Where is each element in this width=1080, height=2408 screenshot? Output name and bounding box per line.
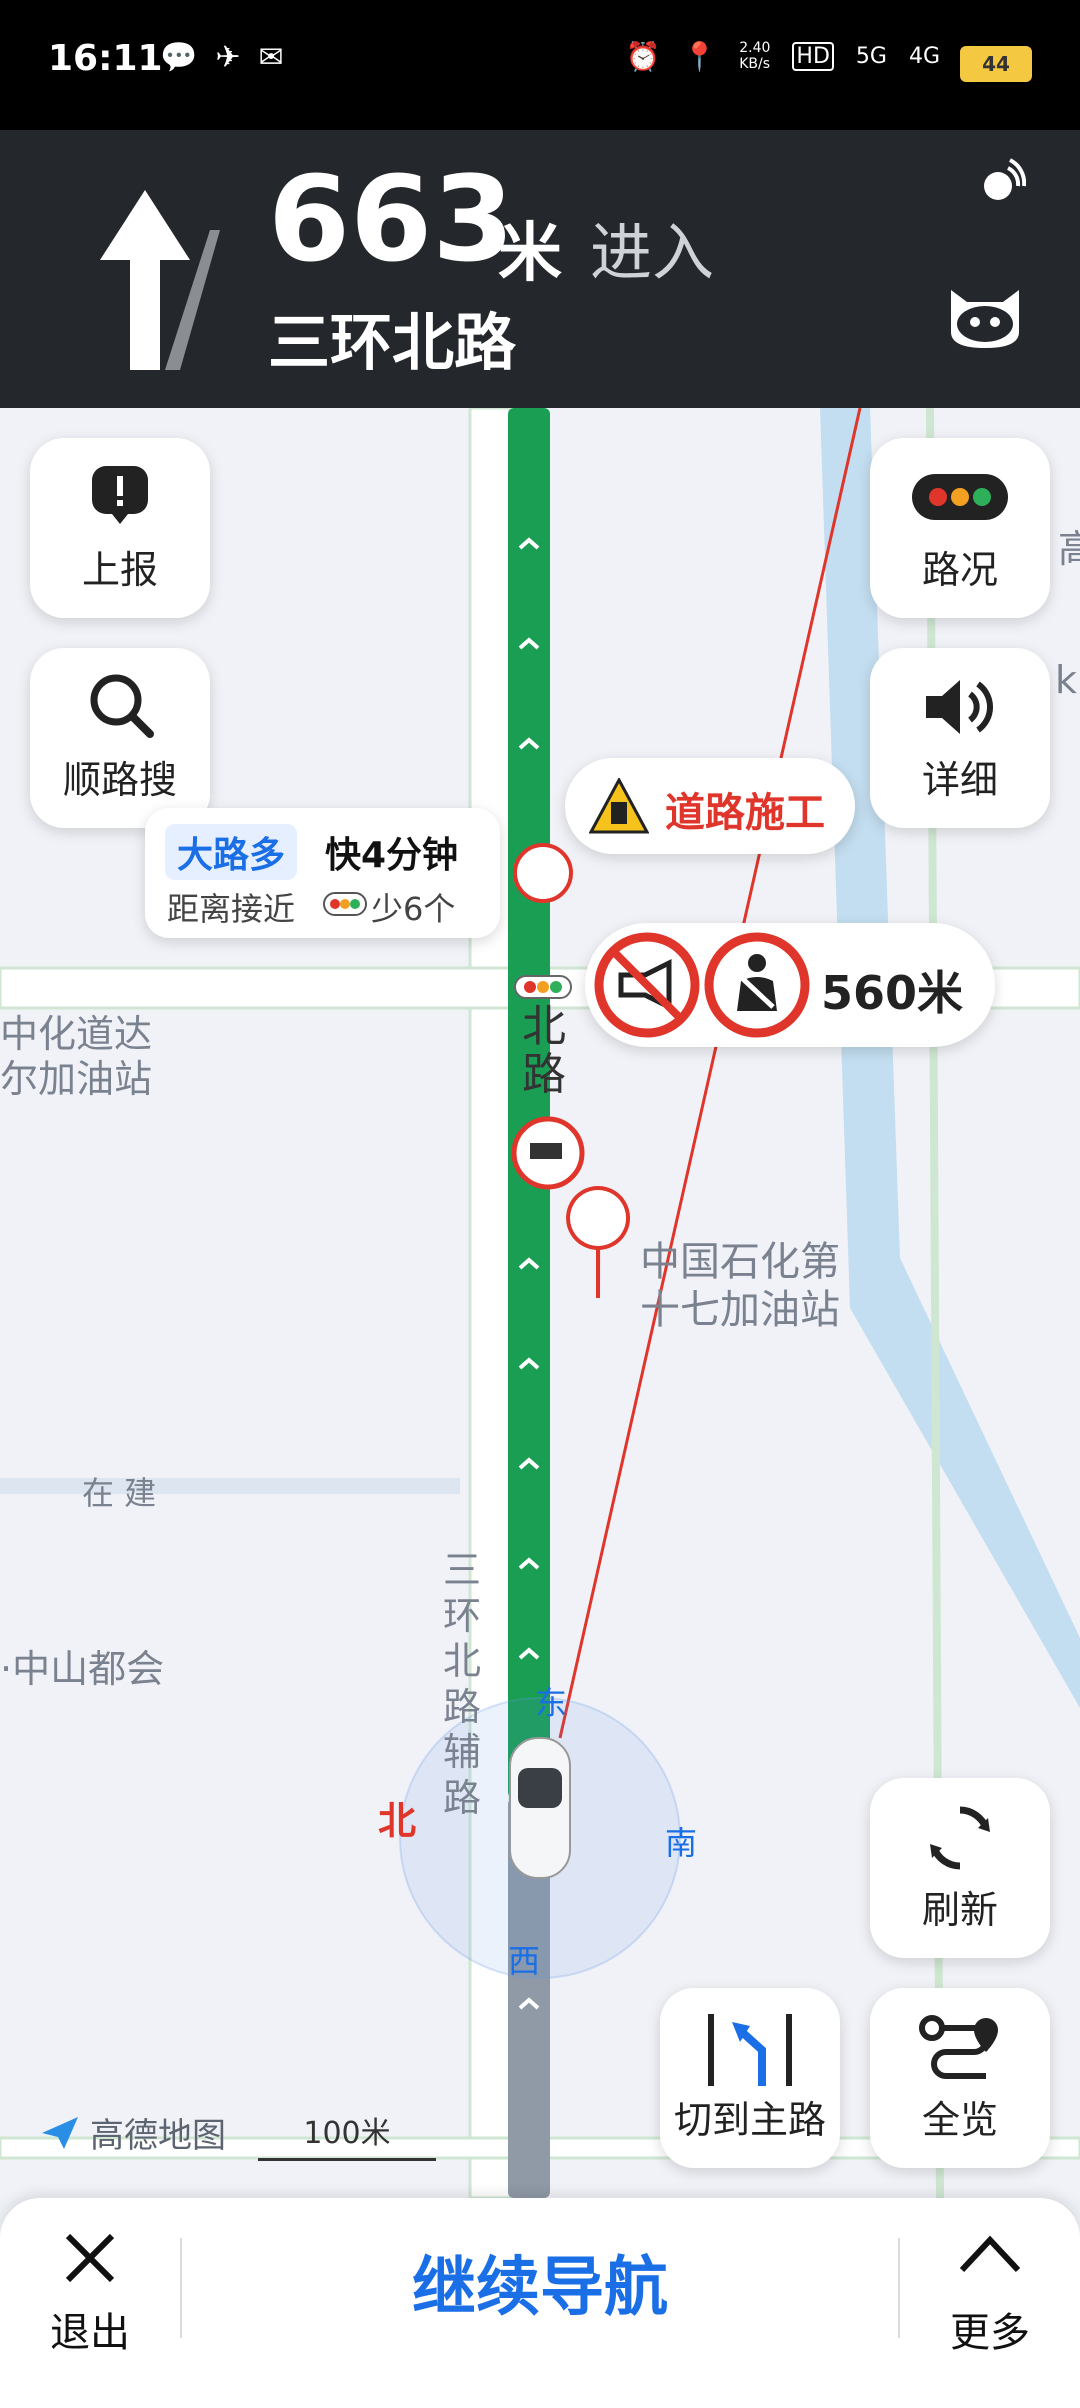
more-label: 更多 (950, 2310, 1030, 2356)
compass-south: 南 (665, 1824, 698, 1862)
amap-logo-icon (42, 2116, 78, 2149)
search-along-button[interactable]: 顺路搜 (30, 648, 210, 828)
avatar-icon[interactable] (945, 280, 1025, 350)
traffic-label: 路况 (921, 548, 998, 592)
map-scale: 100米 (258, 2108, 436, 2161)
map-label-gas-2: 尔加油站 (0, 1057, 153, 1101)
map-view[interactable]: 中化道达 尔加油站 在 建 ·中山都会 三 环 北 路 辅 路 北 路 中国石化… (0, 408, 1080, 2198)
no-honking-icon (594, 932, 700, 1038)
amap-logo-text: 高德地图 (90, 2116, 226, 2156)
turn-arrow-icon (100, 190, 220, 370)
close-icon (65, 2233, 115, 2283)
signal-4g: 4G (908, 44, 940, 69)
signs-distance: 560米 (821, 966, 964, 1020)
location-icon: 📍 (682, 40, 718, 73)
route-tip-distance: 距离接近 (167, 890, 296, 928)
send-icon: ✈ (215, 40, 241, 75)
amap-logo: 高德地图 (40, 2108, 226, 2157)
overview-label: 全览 (921, 2098, 998, 2142)
speaker-icon (926, 680, 993, 734)
status-bar: 16:11 💬 ✈ ✉ ⏰ 📍 2.40 KB/s HD 5G 4G 44 (0, 0, 1080, 130)
poi-gas-station[interactable]: 中国石化第 十七加油站 (640, 1238, 840, 1334)
refresh-label: 刷新 (921, 1888, 998, 1932)
compass-east: 东 (535, 1684, 568, 1722)
report-label: 上报 (81, 548, 158, 592)
net-speed: 2.40 KB/s (739, 40, 771, 72)
more-button[interactable]: 更多 (930, 2228, 1050, 2378)
compass-north: 北 (378, 1799, 417, 1843)
route-faster: 快4分钟 (325, 835, 459, 876)
switch-main-road-button[interactable]: 切到主路 (660, 1988, 840, 2168)
construction-alert[interactable]: 道路施工 (565, 758, 855, 854)
traffic-button[interactable]: 路况 (870, 438, 1050, 618)
overview-button[interactable]: 全览 (870, 1988, 1050, 2168)
switch-road-icon (708, 2014, 792, 2086)
exit-button[interactable]: 退出 (40, 2228, 140, 2378)
report-icon (92, 466, 148, 524)
detail-voice-button[interactable]: 详细 (870, 648, 1050, 828)
hd-icon: HD (792, 42, 834, 71)
map-label-edge-2: k (1055, 658, 1078, 702)
route-tip-lights: 少6个 (371, 890, 456, 928)
chevron-up-icon (959, 2235, 1021, 2273)
mail-icon: ✉ (258, 40, 284, 75)
map-label-zhongshan: ·中山都会 (0, 1647, 165, 1691)
bottom-bar: 退出 继续导航 更多 (0, 2198, 1080, 2408)
detail-label: 详细 (921, 758, 998, 802)
map-label-construction: 在 建 (82, 1474, 157, 1512)
battery-icon: 44 (960, 46, 1032, 82)
route-tag: 大路多 (165, 824, 298, 880)
wechat-icon: 💬 (160, 40, 198, 75)
route-overview-icon (919, 2015, 998, 2079)
report-button[interactable]: 上报 (30, 438, 210, 618)
voice-signal-icon[interactable] (980, 158, 1026, 204)
next-road-name: 三环北路 (268, 306, 517, 379)
traffic-light-small-icon (323, 892, 367, 916)
road-signs-alert[interactable]: 560米 (585, 923, 995, 1047)
route-alternative-tip[interactable]: 大路多 快4分钟 距离接近 少6个 (145, 808, 500, 938)
signal-5g: 5G (855, 44, 887, 69)
map-label-edge-1: 高 (1058, 527, 1080, 571)
compass-west: 西 (508, 1942, 541, 1980)
search-along-label: 顺路搜 (62, 758, 177, 802)
construction-icon (589, 778, 649, 834)
construction-label: 道路施工 (665, 790, 825, 836)
refresh-button[interactable]: 刷新 (870, 1778, 1050, 1958)
refresh-icon (930, 1806, 990, 1870)
map-label-service-road: 三 环 北 路 辅 路 (443, 1548, 482, 1820)
distance-value: 663 (268, 150, 515, 288)
search-icon (90, 674, 154, 738)
nav-action: 进入 (590, 216, 715, 289)
alarm-icon: ⏰ (625, 40, 661, 73)
divider (898, 2238, 900, 2338)
clock: 16:11 (48, 38, 163, 79)
nav-instruction-panel: 663 米 进入 三环北路 (0, 130, 1080, 408)
map-label-road: 北 路 (522, 1001, 566, 1101)
seatbelt-icon (704, 932, 810, 1038)
exit-label: 退出 (50, 2310, 130, 2356)
switch-main-road-label: 切到主路 (673, 2098, 826, 2142)
distance-unit: 米 (498, 217, 562, 291)
traffic-light-icon (912, 474, 1008, 520)
continue-navigation-button[interactable]: 继续导航 (182, 2238, 898, 2338)
